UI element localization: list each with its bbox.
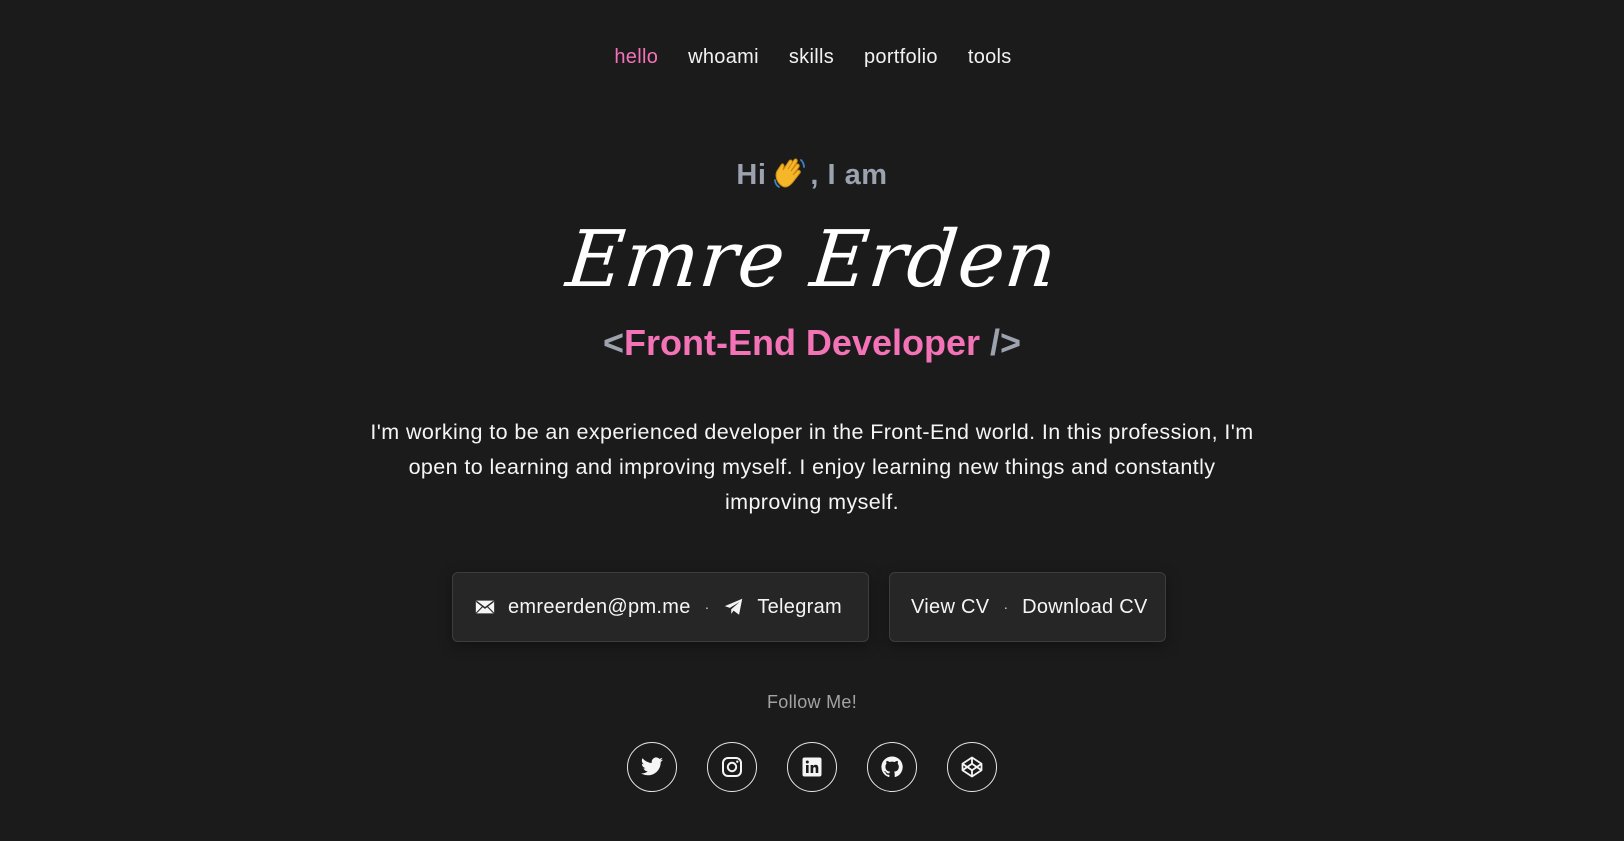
contact-card: emreerden@pm.me · Telegram: [452, 572, 869, 642]
role-line: <Front-End Developer />: [0, 320, 1624, 366]
paper-plane-icon: [723, 596, 745, 618]
telegram-link[interactable]: Telegram: [723, 596, 842, 619]
instagram-icon: [722, 757, 742, 777]
page: hello whoami skills portfolio tools Hi ,…: [0, 0, 1624, 841]
email-link[interactable]: emreerden@pm.me: [474, 596, 691, 619]
nav-portfolio[interactable]: portfolio: [864, 42, 938, 72]
role-close-bracket: />: [980, 322, 1022, 363]
linkedin-icon: [802, 757, 822, 777]
github-icon: [881, 756, 903, 778]
nav-tools[interactable]: tools: [968, 42, 1012, 72]
codepen-icon: [961, 756, 983, 778]
greeting: Hi , I am: [0, 155, 1624, 195]
follow-label: Follow Me!: [766, 692, 858, 712]
telegram-text: Telegram: [757, 595, 842, 618]
separator-dot: ·: [704, 599, 710, 615]
cv-card: View CV · Download CV: [889, 572, 1166, 642]
instagram-link[interactable]: [707, 742, 757, 792]
role-title: Front-End Developer: [623, 322, 981, 363]
bio-paragraph: I'm working to be an experienced develop…: [370, 420, 1254, 514]
hero-name: Emre Erden: [562, 215, 1062, 305]
waving-hand-icon: [772, 156, 808, 190]
twitter-icon: [641, 757, 663, 776]
top-nav: hello whoami skills portfolio tools: [0, 42, 1624, 72]
social-links: [0, 742, 1624, 792]
nav-hello[interactable]: hello: [614, 42, 658, 72]
greeting-suffix: , I am: [810, 159, 888, 191]
role-open-bracket: <: [602, 322, 624, 363]
nav-skills[interactable]: skills: [789, 42, 834, 72]
download-cv-link[interactable]: Download CV: [1022, 596, 1148, 619]
nav-whoami[interactable]: whoami: [688, 42, 759, 72]
email-text: emreerden@pm.me: [508, 595, 691, 618]
envelope-icon: [474, 596, 496, 618]
greeting-prefix: Hi: [736, 159, 767, 191]
codepen-link[interactable]: [947, 742, 997, 792]
linkedin-link[interactable]: [787, 742, 837, 792]
github-link[interactable]: [867, 742, 917, 792]
separator-dot: ·: [1003, 599, 1009, 615]
twitter-link[interactable]: [627, 742, 677, 792]
view-cv-link[interactable]: View CV: [911, 596, 989, 619]
